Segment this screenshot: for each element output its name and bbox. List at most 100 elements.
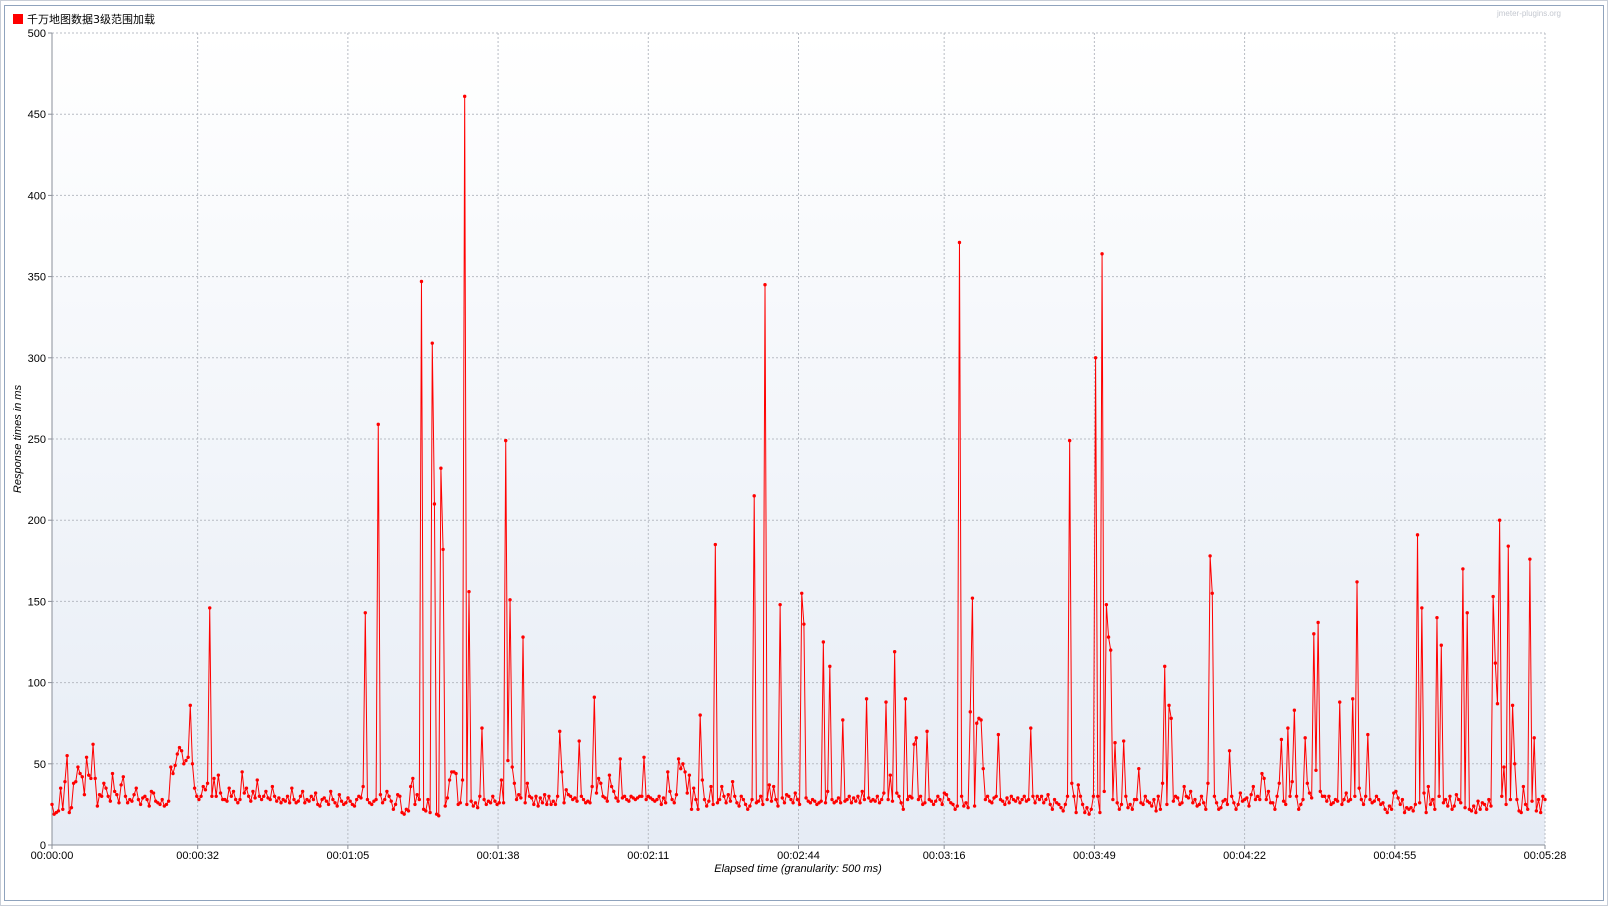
data-point	[205, 781, 210, 785]
data-point	[106, 794, 110, 798]
legend: 千万地图数据3级范围加载	[13, 12, 155, 26]
data-point	[972, 804, 977, 808]
data-point	[1504, 802, 1508, 807]
data-point	[402, 812, 406, 816]
data-point	[1080, 802, 1085, 807]
data-point	[283, 799, 288, 803]
data-point	[56, 809, 61, 813]
data-point	[1424, 810, 1428, 815]
data-point	[1119, 802, 1124, 807]
data-point	[1197, 802, 1202, 807]
data-point	[1396, 796, 1400, 800]
data-point	[514, 797, 519, 802]
data-point	[253, 796, 257, 800]
data-point	[76, 765, 80, 769]
data-point	[884, 700, 888, 704]
data-point	[931, 802, 936, 807]
data-point	[685, 791, 689, 795]
data-point	[1230, 794, 1234, 798]
data-point	[577, 739, 581, 743]
data-point	[929, 799, 934, 803]
data-point	[733, 794, 737, 798]
data-point	[964, 801, 968, 805]
data-point	[186, 755, 190, 759]
data-point	[1266, 789, 1271, 794]
data-point	[748, 804, 752, 808]
data-point	[1219, 805, 1223, 810]
data-point	[218, 791, 223, 795]
data-point	[143, 794, 147, 798]
data-point	[1005, 796, 1009, 800]
data-point	[1439, 643, 1443, 647]
data-point	[108, 799, 113, 803]
data-point	[229, 794, 234, 798]
data-point	[802, 622, 806, 626]
data-point	[558, 729, 562, 734]
data-point	[1035, 794, 1039, 798]
data-point	[233, 797, 238, 802]
data-point	[1128, 802, 1132, 807]
data-point	[1204, 807, 1208, 811]
data-point	[1409, 805, 1413, 810]
data-point	[683, 770, 687, 774]
data-point	[1541, 794, 1545, 798]
x-tick-label: 00:04:22	[1223, 850, 1266, 862]
data-point	[1307, 791, 1312, 795]
data-point	[549, 802, 553, 807]
data-point	[197, 797, 201, 802]
data-point	[895, 791, 899, 795]
data-point	[594, 791, 599, 795]
data-point	[1340, 802, 1344, 807]
data-point	[823, 801, 828, 805]
data-point	[821, 640, 826, 644]
data-point	[1385, 810, 1389, 815]
data-point	[1290, 779, 1294, 784]
y-tick-label: 350	[28, 272, 46, 284]
data-point	[1303, 736, 1307, 740]
data-point	[307, 799, 311, 803]
data-point	[787, 794, 791, 798]
data-point	[858, 801, 862, 805]
y-tick-label: 450	[28, 109, 46, 121]
data-point	[946, 797, 951, 802]
data-point	[1411, 809, 1415, 813]
data-point	[69, 805, 74, 810]
data-point	[1342, 797, 1346, 802]
data-point	[1372, 799, 1377, 803]
data-point	[383, 797, 387, 802]
data-point	[1232, 801, 1236, 805]
data-point	[687, 773, 692, 777]
data-point	[830, 797, 834, 802]
data-point	[609, 784, 614, 789]
data-point	[1273, 807, 1277, 811]
x-tick-label: 00:03:49	[1073, 850, 1116, 862]
data-point	[614, 796, 618, 800]
data-point	[825, 789, 830, 794]
data-point	[717, 797, 722, 802]
data-point	[1461, 567, 1465, 571]
data-point	[80, 775, 84, 779]
data-point	[1171, 799, 1176, 803]
data-point	[1275, 794, 1279, 798]
data-point	[58, 786, 63, 790]
data-point	[1348, 797, 1353, 802]
data-point	[780, 796, 784, 800]
data-point	[1433, 807, 1437, 811]
data-point	[1199, 794, 1204, 798]
data-point	[1093, 356, 1098, 360]
data-point	[78, 771, 82, 776]
data-point	[175, 752, 180, 756]
data-point	[1076, 783, 1081, 787]
data-point	[1212, 794, 1217, 798]
data-point	[413, 802, 417, 807]
data-point	[923, 801, 927, 805]
data-point	[702, 797, 707, 802]
data-point	[1208, 554, 1212, 558]
data-point	[1417, 801, 1422, 805]
data-point	[1363, 794, 1368, 798]
data-point	[1398, 802, 1402, 807]
data-point	[1003, 802, 1007, 807]
data-point	[1515, 797, 1519, 802]
x-axis-title: Elapsed time (granularity: 500 ms)	[714, 863, 882, 875]
data-point	[1443, 797, 1448, 802]
